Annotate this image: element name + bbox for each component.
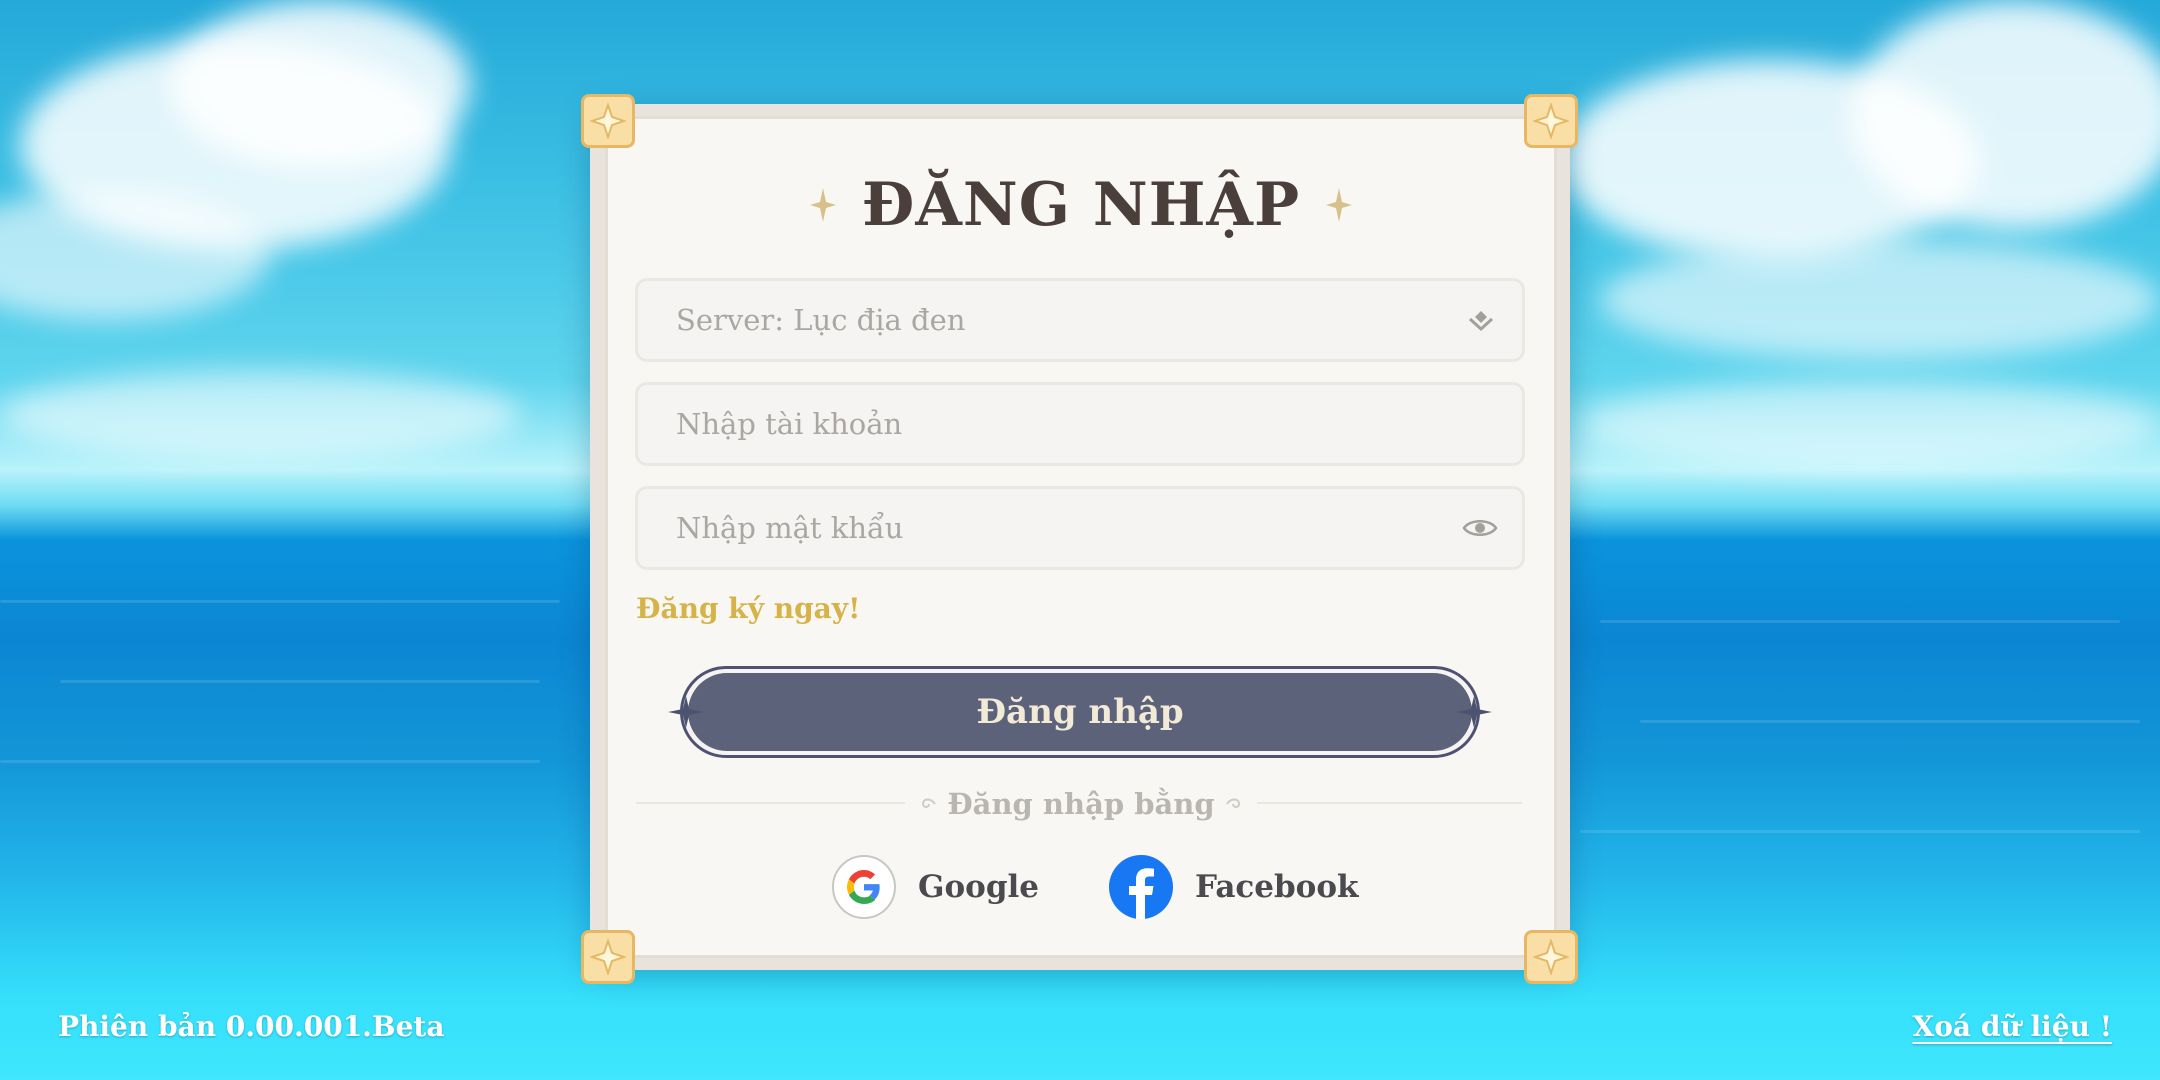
cloud	[1580, 380, 2160, 470]
google-login-button[interactable]: Google	[832, 854, 1039, 920]
eye-icon[interactable]	[1462, 516, 1498, 540]
sea-wave	[0, 600, 560, 603]
password-input[interactable]	[676, 511, 1462, 545]
facebook-logo-icon	[1109, 855, 1173, 919]
google-label: Google	[918, 869, 1040, 905]
sparkle-icon	[809, 188, 836, 222]
facebook-label: Facebook	[1195, 869, 1359, 905]
server-select[interactable]: Server: Lục địa đen	[635, 278, 1525, 362]
sparkle-icon	[1456, 696, 1492, 728]
star-corner-icon	[1524, 930, 1578, 984]
chevron-down-icon	[1468, 311, 1494, 332]
login-button-label: Đăng nhập	[976, 692, 1184, 732]
sparkle-icon	[668, 696, 704, 728]
title-row: ĐĂNG NHẬP	[605, 168, 1557, 242]
star-corner-icon	[581, 94, 635, 148]
sea-wave	[60, 680, 540, 683]
account-input[interactable]	[676, 407, 1498, 441]
divider-label-wrap: Đăng nhập bằng	[605, 782, 1557, 826]
swirl-ornament-icon	[1225, 798, 1240, 808]
server-select-value: Server: Lục địa đen	[676, 303, 966, 337]
facebook-login-button[interactable]: Facebook	[1109, 854, 1359, 920]
cloud	[1600, 240, 2160, 360]
sea-wave	[1580, 830, 2140, 833]
version-label: Phiên bản 0.00.001.Beta	[58, 1010, 445, 1043]
google-logo-icon	[832, 855, 896, 919]
sea-wave	[0, 760, 540, 763]
clear-data-link[interactable]: Xoá dữ liệu !	[1913, 1010, 2112, 1043]
password-field	[635, 486, 1525, 570]
swirl-ornament-icon	[922, 798, 937, 808]
page-title: ĐĂNG NHẬP	[861, 170, 1301, 240]
cloud	[170, 0, 470, 170]
star-corner-icon	[581, 930, 635, 984]
alt-login-label: Đăng nhập bằng	[947, 787, 1215, 821]
account-field	[635, 382, 1525, 466]
cloud	[1850, 0, 2160, 230]
star-corner-icon	[1524, 94, 1578, 148]
sea-wave	[1640, 720, 2140, 723]
cloud	[0, 370, 520, 460]
divider-label: Đăng nhập bằng	[905, 787, 1257, 821]
sea-wave	[1600, 620, 2120, 623]
login-button[interactable]: Đăng nhập	[668, 666, 1492, 758]
login-button-fill: Đăng nhập	[688, 673, 1472, 751]
sparkle-icon	[1326, 188, 1353, 222]
register-link[interactable]: Đăng ký ngay!	[636, 592, 860, 625]
